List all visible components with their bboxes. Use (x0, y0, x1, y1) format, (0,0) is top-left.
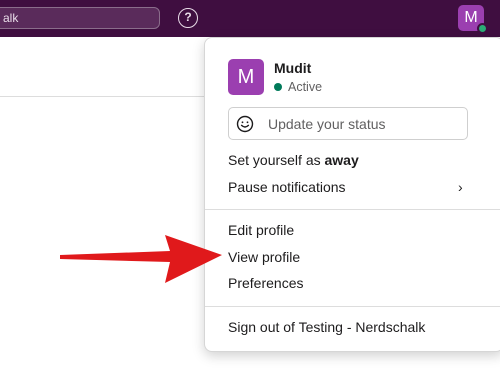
arrow-annotation (60, 235, 222, 283)
page: alk ? M M Mudit Active Update your statu… (0, 0, 500, 380)
